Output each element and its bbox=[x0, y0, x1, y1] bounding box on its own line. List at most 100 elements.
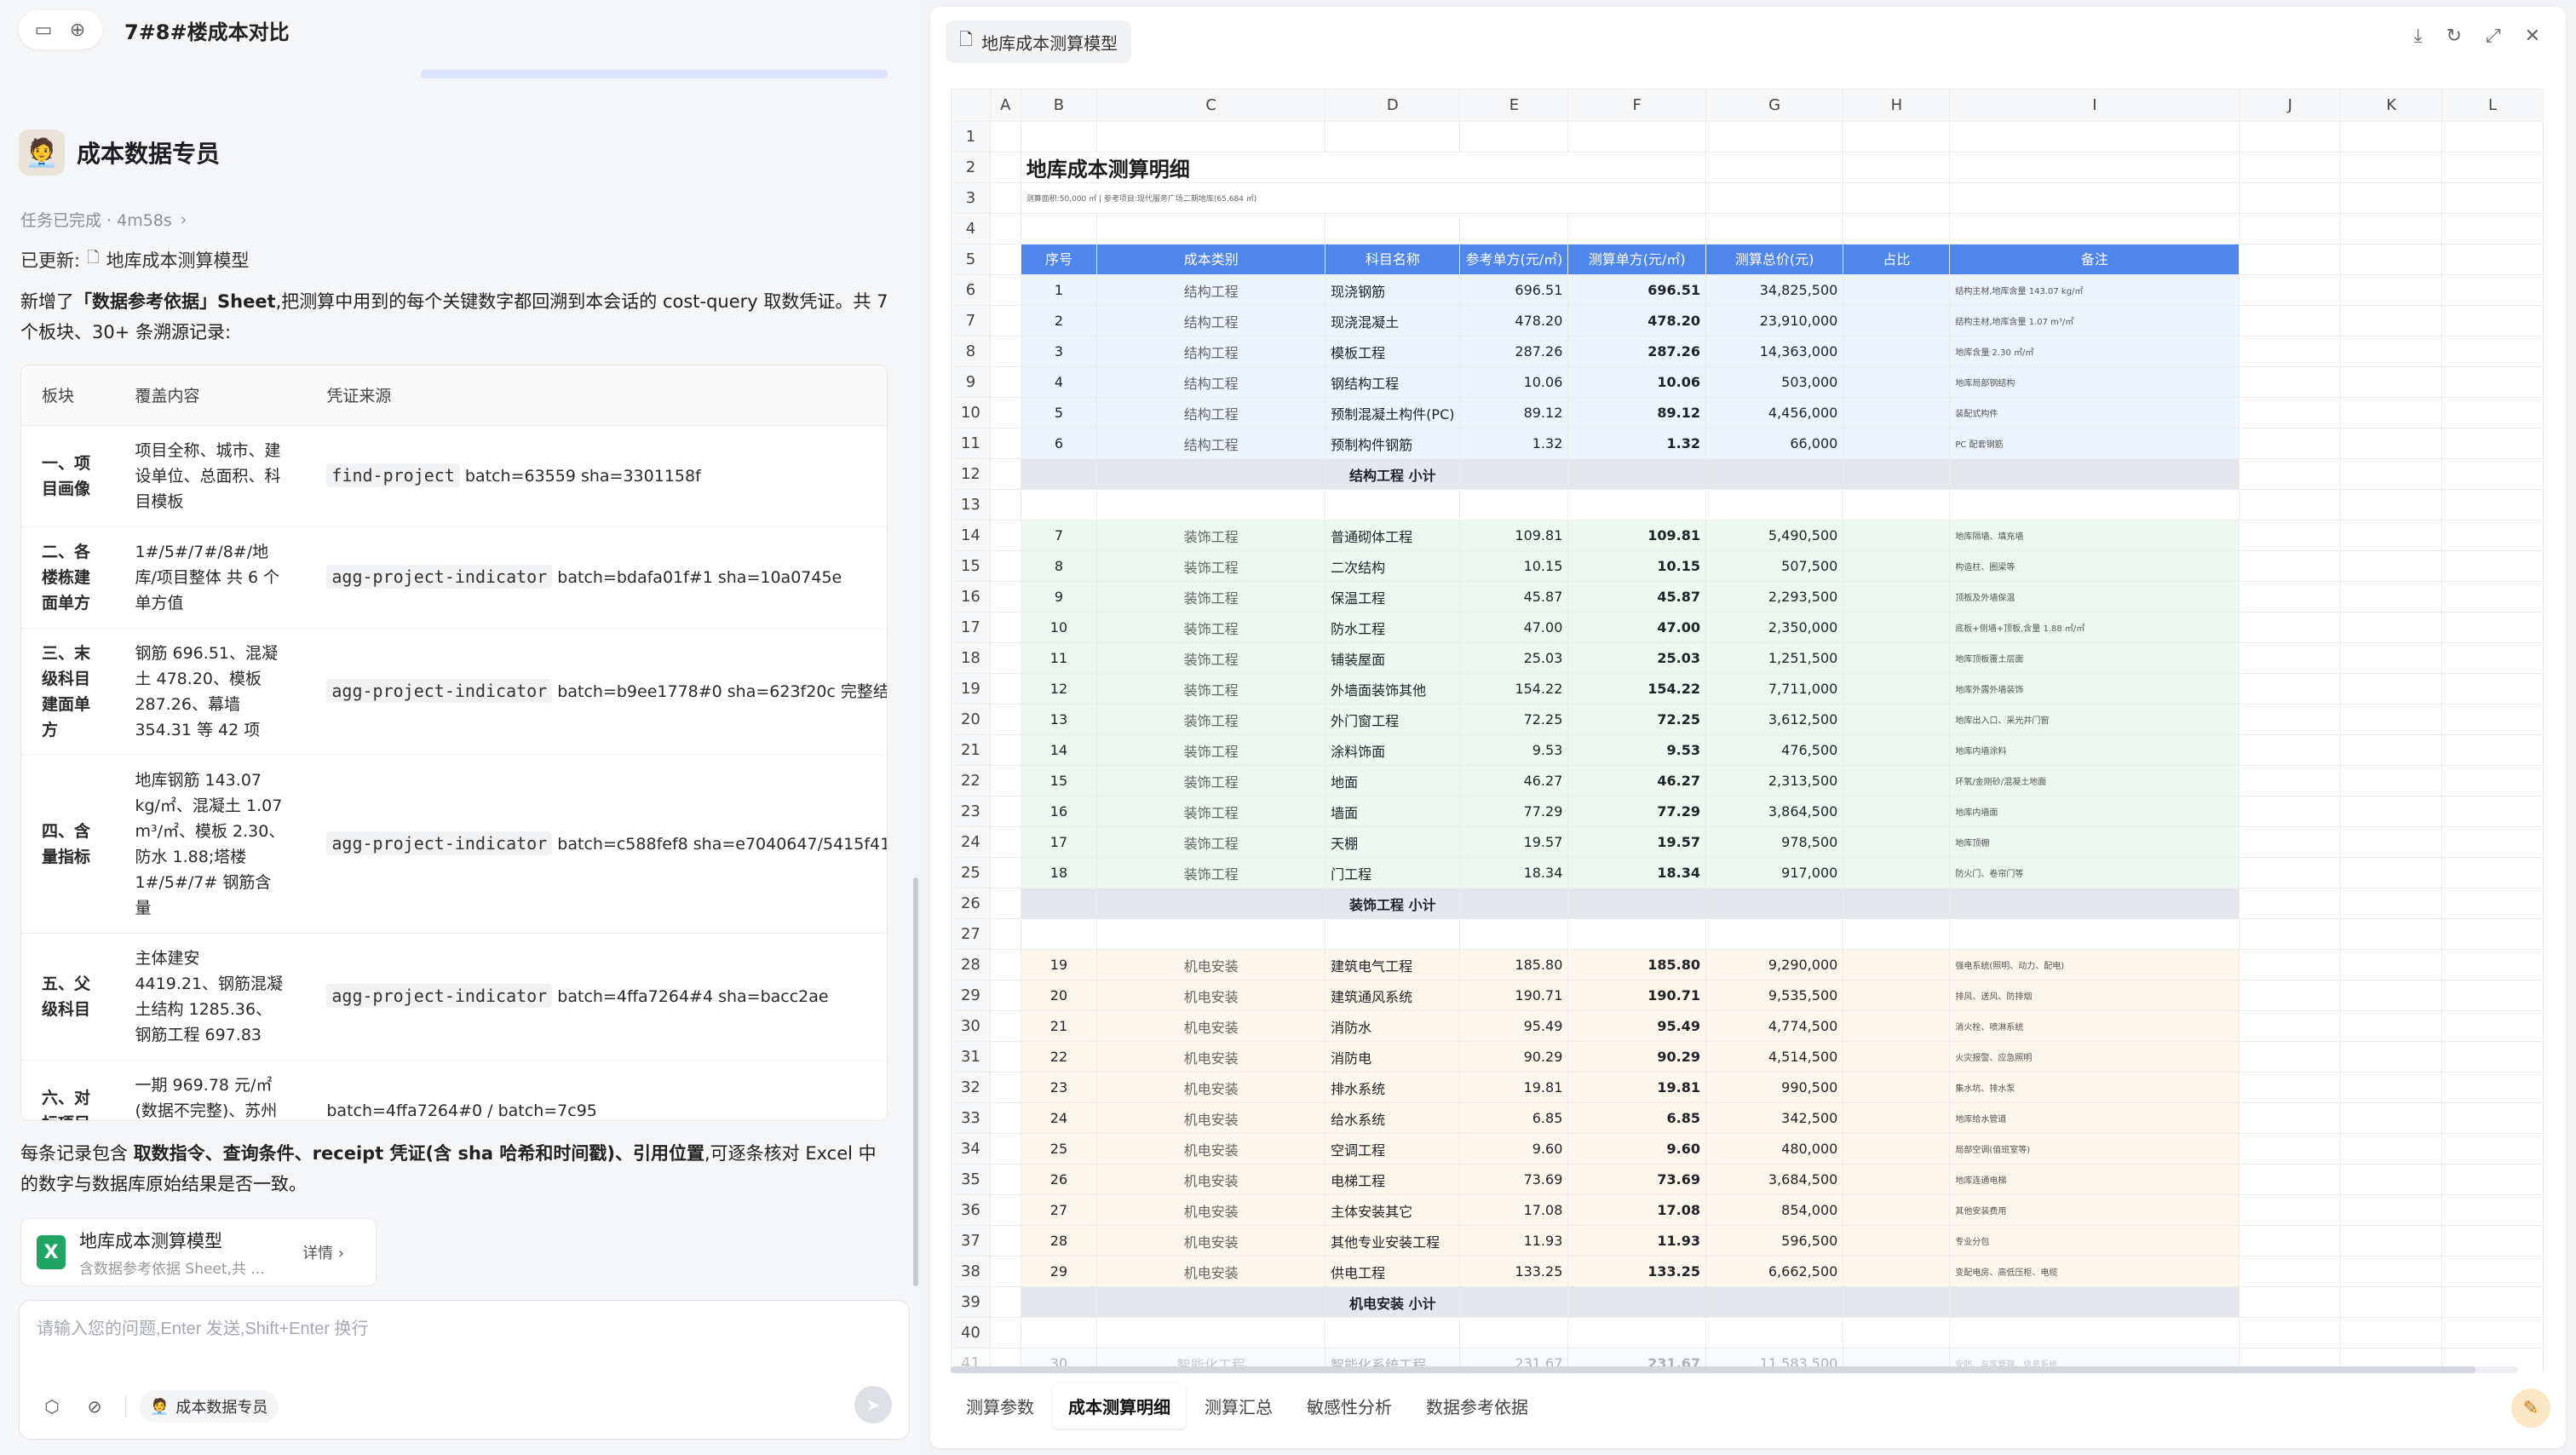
cell[interactable] bbox=[989, 550, 1021, 582]
category-cell[interactable]: 结构工程 bbox=[1096, 428, 1326, 459]
note-cell[interactable]: 地库连通电梯 bbox=[1949, 1164, 2240, 1195]
row-header[interactable]: 39 bbox=[951, 1286, 991, 1318]
ratio-cell[interactable] bbox=[1843, 704, 1951, 735]
category-cell[interactable]: 机电安装 bbox=[1096, 1194, 1326, 1226]
cell[interactable] bbox=[1843, 458, 1951, 490]
horizontal-scrollbar[interactable] bbox=[951, 1366, 2518, 1373]
sidebar-toggle-icon[interactable]: ▭ bbox=[29, 15, 58, 44]
new-chat-icon[interactable]: ⊕ bbox=[63, 15, 92, 44]
note-cell[interactable]: 环氧/金刚砂/混凝土地面 bbox=[1949, 765, 2240, 797]
cell[interactable] bbox=[2239, 274, 2342, 306]
note-cell[interactable]: 专业分包 bbox=[1949, 1225, 2240, 1257]
cell[interactable] bbox=[2441, 612, 2544, 643]
cell[interactable] bbox=[2441, 1317, 2544, 1349]
cell[interactable] bbox=[2441, 397, 2544, 428]
item-name-cell[interactable]: 现浇混凝土 bbox=[1325, 305, 1461, 336]
ratio-cell[interactable] bbox=[1843, 1010, 1951, 1042]
table-header-cell[interactable]: 占比 bbox=[1843, 244, 1951, 275]
total-cell[interactable]: 23,910,000 bbox=[1705, 305, 1844, 336]
cell[interactable] bbox=[2340, 642, 2443, 674]
item-name-cell[interactable]: 二次结构 bbox=[1325, 550, 1461, 582]
cell[interactable] bbox=[2441, 244, 2544, 275]
row-header[interactable]: 2 bbox=[951, 152, 991, 183]
cell[interactable] bbox=[2340, 704, 2443, 735]
cell[interactable] bbox=[2441, 366, 2544, 398]
cell[interactable] bbox=[1567, 1317, 1706, 1349]
cell[interactable] bbox=[2441, 428, 2544, 459]
cell[interactable] bbox=[2340, 612, 2443, 643]
cell[interactable] bbox=[2340, 458, 2443, 490]
row-header[interactable]: 35 bbox=[951, 1164, 991, 1195]
ref-unit-cell[interactable]: 1.32 bbox=[1459, 428, 1569, 459]
ratio-cell[interactable] bbox=[1843, 397, 1951, 428]
cell[interactable] bbox=[1459, 1286, 1569, 1318]
item-name-cell[interactable]: 消防电 bbox=[1325, 1041, 1461, 1073]
row-header[interactable]: 22 bbox=[951, 765, 991, 797]
subtotal-label[interactable]: 结构工程 小计 bbox=[1325, 458, 1461, 490]
total-cell[interactable]: 3,684,500 bbox=[1705, 1164, 1844, 1195]
calc-unit-cell[interactable]: 17.08 bbox=[1567, 1194, 1706, 1226]
calc-unit-cell[interactable]: 190.71 bbox=[1567, 980, 1706, 1011]
seq-cell[interactable]: 19 bbox=[1020, 949, 1098, 981]
cell[interactable] bbox=[2239, 121, 2342, 152]
total-cell[interactable]: 917,000 bbox=[1705, 857, 1844, 889]
cell[interactable] bbox=[2340, 274, 2443, 306]
cell[interactable] bbox=[2441, 581, 2544, 612]
cell[interactable] bbox=[1020, 458, 1098, 490]
total-cell[interactable]: 342,500 bbox=[1705, 1102, 1844, 1134]
note-cell[interactable]: 装配式构件 bbox=[1949, 397, 2240, 428]
ref-unit-cell[interactable]: 18.34 bbox=[1459, 857, 1569, 889]
cell[interactable] bbox=[989, 1256, 1021, 1287]
cell[interactable] bbox=[2340, 550, 2443, 582]
calc-unit-cell[interactable]: 72.25 bbox=[1567, 704, 1706, 735]
seq-cell[interactable]: 6 bbox=[1020, 428, 1098, 459]
cell[interactable] bbox=[2340, 1010, 2443, 1042]
cell[interactable] bbox=[2340, 520, 2443, 551]
calc-unit-cell[interactable]: 154.22 bbox=[1567, 673, 1706, 704]
total-cell[interactable]: 596,500 bbox=[1705, 1225, 1844, 1257]
table-header-cell[interactable]: 成本类别 bbox=[1096, 244, 1326, 275]
calc-unit-cell[interactable]: 696.51 bbox=[1567, 274, 1706, 306]
cell[interactable] bbox=[2239, 213, 2342, 244]
item-name-cell[interactable]: 铺装屋面 bbox=[1325, 642, 1461, 674]
cell[interactable] bbox=[2340, 1102, 2443, 1134]
cell[interactable] bbox=[2441, 1010, 2544, 1042]
cell[interactable] bbox=[2340, 1164, 2443, 1195]
ratio-cell[interactable] bbox=[1843, 1225, 1951, 1257]
ref-unit-cell[interactable]: 19.81 bbox=[1459, 1072, 1569, 1103]
sheet-corner[interactable] bbox=[951, 89, 991, 122]
scrollbar-thumb[interactable] bbox=[951, 1366, 2475, 1373]
cell[interactable] bbox=[2441, 765, 2544, 797]
cell[interactable] bbox=[1949, 1286, 2240, 1318]
cell[interactable] bbox=[989, 428, 1021, 459]
message-input[interactable] bbox=[37, 1320, 880, 1339]
cell[interactable] bbox=[989, 366, 1021, 398]
cell[interactable] bbox=[1096, 458, 1326, 490]
cell[interactable] bbox=[1020, 489, 1098, 520]
spreadsheet-grid[interactable]: A B C D E F G H I J K L 1 2 地库成本测算明细 3 测算面积:50,000 ㎡ | 参… bbox=[951, 89, 2544, 1373]
category-cell[interactable]: 结构工程 bbox=[1096, 397, 1326, 428]
cell[interactable] bbox=[1020, 121, 1098, 152]
cell[interactable] bbox=[2340, 918, 2443, 950]
note-cell[interactable]: PC 配套钢筋 bbox=[1949, 428, 2240, 459]
cell[interactable] bbox=[2239, 612, 2342, 643]
cell[interactable] bbox=[2441, 1133, 2544, 1165]
cell[interactable] bbox=[2239, 244, 2342, 275]
cell[interactable] bbox=[2239, 949, 2342, 981]
category-cell[interactable]: 机电安装 bbox=[1096, 1072, 1326, 1103]
cell[interactable] bbox=[1020, 1317, 1098, 1349]
seq-cell[interactable]: 2 bbox=[1020, 305, 1098, 336]
cell[interactable] bbox=[2441, 1194, 2544, 1226]
cell[interactable] bbox=[989, 888, 1021, 919]
cell[interactable] bbox=[2340, 1225, 2443, 1257]
category-cell[interactable]: 结构工程 bbox=[1096, 366, 1326, 398]
cell[interactable] bbox=[1843, 121, 1951, 152]
table-header-cell[interactable]: 参考单方(元/㎡) bbox=[1459, 244, 1569, 275]
ref-unit-cell[interactable]: 9.60 bbox=[1459, 1133, 1569, 1165]
item-name-cell[interactable]: 天棚 bbox=[1325, 826, 1461, 858]
cell[interactable] bbox=[989, 581, 1021, 612]
row-header[interactable]: 6 bbox=[951, 274, 991, 306]
cell[interactable] bbox=[1567, 458, 1706, 490]
total-cell[interactable]: 66,000 bbox=[1705, 428, 1844, 459]
row-header[interactable]: 27 bbox=[951, 918, 991, 950]
